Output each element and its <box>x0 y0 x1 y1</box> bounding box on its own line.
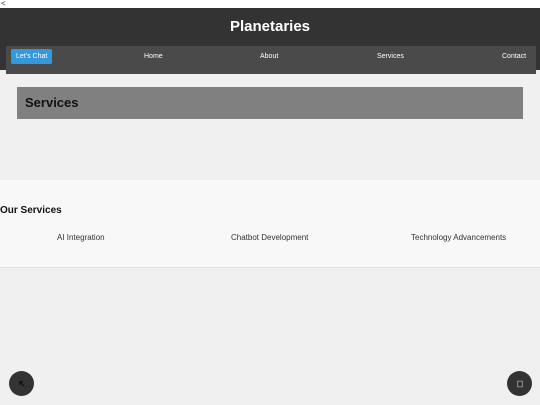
service-chatbot-development: Chatbot Development <box>231 233 309 242</box>
square-icon <box>516 380 523 387</box>
back-glyph[interactable]: < <box>1 0 6 8</box>
main-nav: Let's Chat Home About Services Contact <box>6 46 536 74</box>
brand-title: Planetaries <box>229 18 311 35</box>
service-ai-integration: AI Integration <box>57 233 105 242</box>
nav-services[interactable]: Services <box>377 49 404 64</box>
nav-contact[interactable]: Contact <box>502 49 526 64</box>
lets-chat-button[interactable]: Let's Chat <box>11 49 53 64</box>
chat-button-right[interactable] <box>507 371 532 396</box>
page-title-banner: Services <box>17 87 523 119</box>
nav-about[interactable]: About <box>260 49 278 64</box>
page-title: Services <box>25 95 79 110</box>
scroll-button-left[interactable] <box>9 371 34 396</box>
nav-home[interactable]: Home <box>144 49 163 64</box>
arrow-icon <box>18 380 25 387</box>
services-section: Our Services AI Integration Chatbot Deve… <box>0 180 540 268</box>
service-technology-advancements: Technology Advancements <box>411 233 507 242</box>
services-heading: Our Services <box>0 205 62 216</box>
browser-back-strip: < <box>0 0 540 8</box>
site-header: Planetaries Let's Chat Home About Servic… <box>0 8 540 74</box>
